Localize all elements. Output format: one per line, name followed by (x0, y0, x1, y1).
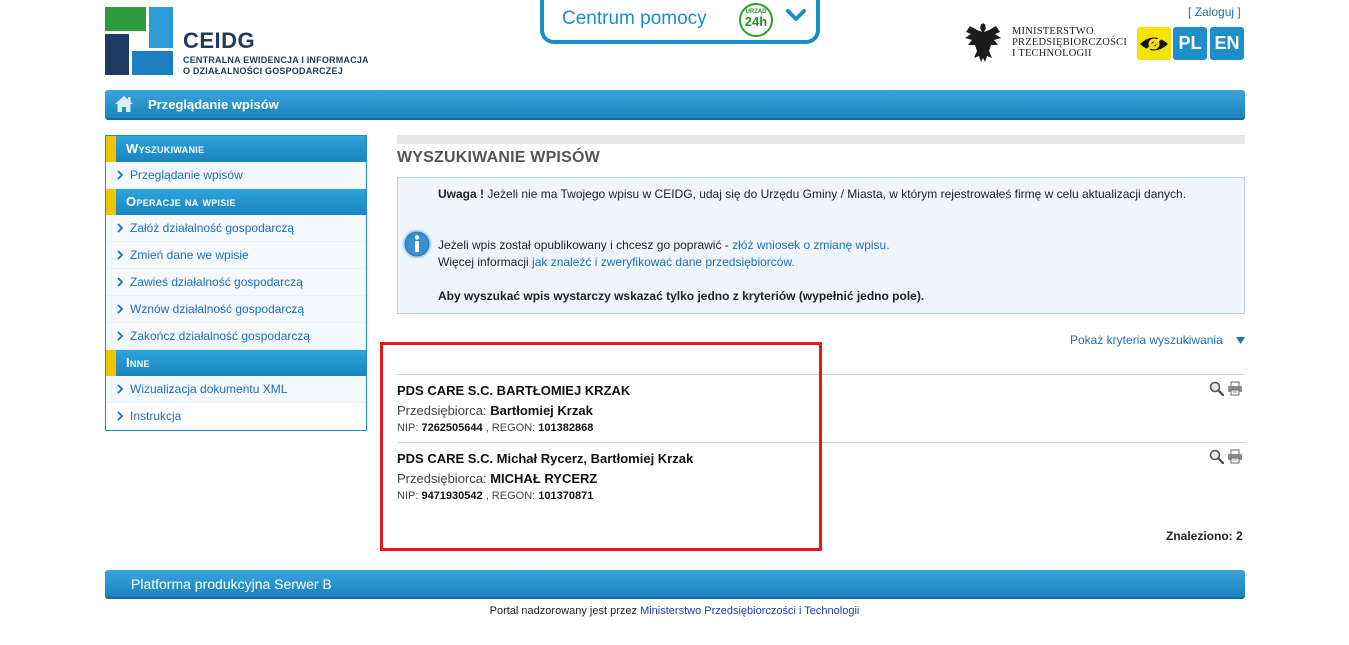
sidebar-item-zaloz[interactable]: Załóż działalność gospodarczą (106, 215, 366, 242)
info-warning-text: Jeżeli nie ma Twojego wpisu w CEIDG, uda… (484, 187, 1187, 201)
sidebar-item-label: Instrukcja (130, 409, 182, 423)
magnifier-icon[interactable] (1209, 449, 1224, 464)
sidebar-item-label: Zawieś działalność gospodarczą (130, 275, 303, 289)
breadcrumb-current: Przeglądanie wpisów (148, 97, 279, 112)
printer-icon[interactable] (1227, 449, 1243, 464)
language-pl-button[interactable]: PL (1173, 27, 1207, 60)
sidebar-item-zmien[interactable]: Zmień dane we wpisie (106, 242, 366, 269)
info-fix-text: Jeżeli wpis został opublikowany i chcesz… (438, 238, 733, 252)
sidebar-item-instrukcja[interactable]: Instrukcja (106, 403, 366, 430)
sidebar-item-label: Przeglądanie wpisów (130, 168, 243, 182)
chevron-right-icon (117, 250, 124, 260)
highlight-annotation-frame (380, 342, 822, 551)
printer-icon[interactable] (1227, 381, 1243, 396)
info-notice: Uwaga ! Jeżeli nie ma Twojego wpisu w CE… (397, 177, 1245, 314)
portal-text: Portal nadzorowany jest przez (489, 605, 641, 617)
info-links-paragraph: Jeżeli wpis został opublikowany i chcesz… (438, 237, 1234, 271)
chevron-right-icon (117, 170, 124, 180)
brand-title: CEIDG (183, 28, 256, 53)
chevron-right-icon (117, 411, 124, 421)
verify-data-link[interactable]: jak znaleźć i zweryfikować dane przedsię… (532, 255, 795, 269)
urzad-24h-icon: URZĄD 24h (739, 3, 773, 37)
language-en-button[interactable]: EN (1210, 27, 1244, 60)
chevron-down-icon[interactable] (784, 4, 808, 28)
sidebar-heading-operacje: Operacje na wpisie (106, 189, 366, 215)
sidebar-heading-wyszukiwanie: Wyszukiwanie (106, 136, 366, 162)
sidebar-item-zawies[interactable]: Zawieś działalność gospodarczą (106, 269, 366, 296)
sidebar-item-wznow[interactable]: Wznów działalność gospodarczą (106, 296, 366, 323)
home-icon[interactable] (113, 95, 135, 113)
page-title: WYSZUKIWANIE WPISÓW (397, 149, 600, 166)
brand-subtitle: CENTRALNA EWIDENCJA I INFORMACJA O DZIAŁ… (183, 55, 369, 77)
ministry-line1: MINISTERSTWO (1012, 26, 1094, 37)
change-request-link[interactable]: złóż wniosek o zmianę wpisu. (732, 238, 889, 252)
ministry-line2: PRZEDSIĘBIORCZOŚCI (1012, 37, 1128, 48)
accessibility-contrast-icon[interactable] (1137, 27, 1171, 60)
platform-label: Platforma produkcyjna Serwer B (131, 576, 332, 592)
logo-lightblue-block (149, 7, 173, 48)
ministry-link[interactable]: Ministerstwo Przedsiębiorczości i Techno… (640, 605, 859, 617)
login-bracket-close: ] (1234, 5, 1241, 19)
sidebar-item-label: Załóż działalność gospodarczą (130, 221, 295, 235)
info-fix-line: Jeżeli wpis został opublikowany i chcesz… (438, 237, 1234, 254)
sidebar-item-label: Zakończ działalność gospodarczą (130, 329, 311, 343)
breadcrumb-bar: Przeglądanie wpisów (105, 90, 1245, 120)
sidebar-item-przegladanie-wpisow[interactable]: Przeglądanie wpisów (106, 162, 366, 189)
info-more-line: Więcej informacji jak znaleźć i zweryfik… (438, 254, 1234, 271)
login-link[interactable]: Zaloguj (1195, 5, 1234, 19)
logo-green-block (105, 7, 146, 31)
login-bracket-open: [ (1188, 5, 1195, 19)
chevron-right-icon (117, 384, 124, 394)
triangle-down-icon[interactable] (1236, 337, 1245, 344)
chevron-right-icon (117, 277, 124, 287)
results-count: Znaleziono: 2 (1166, 529, 1243, 543)
sidebar-item-label: Wizualizacja dokumentu XML (130, 382, 288, 396)
login-area: [ Zaloguj ] (1188, 5, 1241, 19)
magnifier-icon[interactable] (1209, 381, 1224, 396)
ceidg-logo[interactable] (105, 7, 173, 75)
chevron-right-icon (117, 223, 124, 233)
logo-blue-block (132, 51, 173, 75)
sidebar-menu: Wyszukiwanie Przeglądanie wpisów Operacj… (105, 135, 367, 431)
portal-supervision-line: Portal nadzorowany jest przez Ministerst… (0, 605, 1349, 617)
chevron-right-icon (117, 304, 124, 314)
ministry-name[interactable]: MINISTERSTWO PRZEDSIĘBIORCZOŚCI I TECHNO… (1012, 26, 1127, 59)
sidebar-item-wizualizacja-xml[interactable]: Wizualizacja dokumentu XML (106, 376, 366, 403)
brand-subtitle-line2: O DZIAŁALNOŚCI GOSPODARCZEJ (183, 66, 343, 76)
info-more-text: Więcej informacji (438, 255, 533, 269)
brand-subtitle-line1: CENTRALNA EWIDENCJA I INFORMACJA (183, 55, 369, 65)
urzad-badge-bottom: 24h (744, 14, 768, 29)
info-warning-paragraph: Uwaga ! Jeżeli nie ma Twojego wpisu w CE… (438, 186, 1234, 203)
show-search-criteria-link[interactable]: Pokaż kryteria wyszukiwania (1070, 333, 1223, 347)
info-criteria-note: Aby wyszukać wpis wystarczy wskazać tylk… (438, 289, 925, 303)
sidebar-item-label: Wznów działalność gospodarczą (130, 302, 305, 316)
info-warning-label: Uwaga ! (438, 187, 485, 201)
chevron-right-icon (117, 331, 124, 341)
sidebar-item-zakoncz[interactable]: Zakończ działalność gospodarczą (106, 323, 366, 350)
polish-eagle-emblem-icon (965, 23, 1001, 62)
sidebar-item-label: Zmień dane we wpisie (130, 248, 249, 262)
help-center-label: Centrum pomocy (562, 8, 707, 29)
ministry-line3: I TECHNOLOGII (1012, 48, 1092, 59)
sidebar-heading-inne: Inne (106, 350, 366, 376)
content-top-divider (397, 135, 1245, 144)
footer-bar: Platforma produkcyjna Serwer B (105, 570, 1245, 599)
logo-darkblue-block (105, 34, 129, 75)
help-center-toggle[interactable]: Centrum pomocy URZĄD 24h (540, 0, 820, 44)
info-icon (402, 229, 432, 259)
